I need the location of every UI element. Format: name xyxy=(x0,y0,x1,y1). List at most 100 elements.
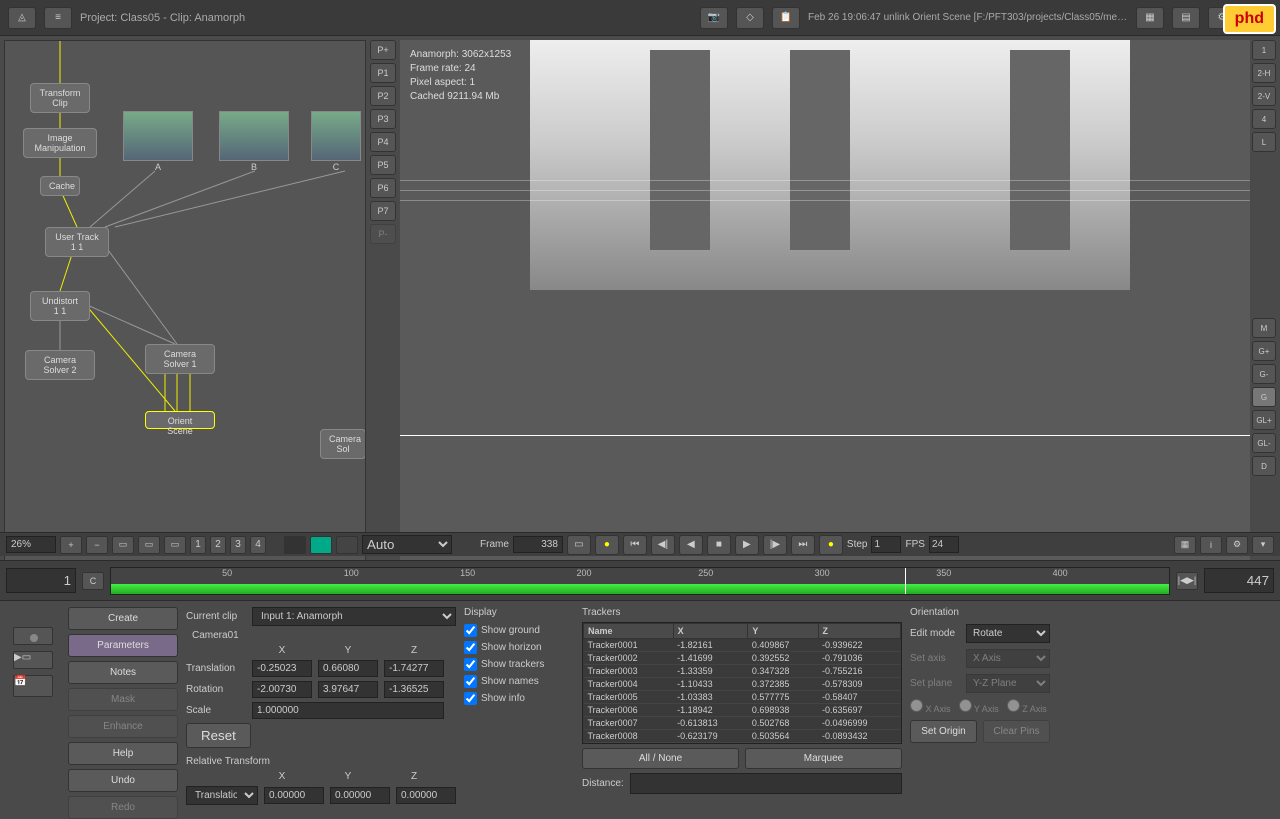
goto-end[interactable]: ⏭ xyxy=(791,535,815,555)
opt-2[interactable]: i xyxy=(1200,536,1222,554)
frame-input[interactable] xyxy=(513,536,563,553)
create-button[interactable]: Create xyxy=(68,607,178,630)
chk-show-horizon[interactable] xyxy=(464,641,477,654)
node-user-track[interactable]: User Track 1 1 xyxy=(45,227,109,257)
layout-l[interactable]: L xyxy=(1252,132,1276,152)
translation-z[interactable] xyxy=(384,660,444,677)
zoom-input[interactable] xyxy=(6,536,56,553)
opt-1[interactable]: ▦ xyxy=(1174,536,1196,554)
rotation-y[interactable] xyxy=(318,681,378,698)
thumbnail-c[interactable]: C xyxy=(311,111,361,161)
viewer-gplus[interactable]: G+ xyxy=(1252,341,1276,361)
side-icon-2[interactable]: ▶▭ xyxy=(13,651,53,669)
preset-minus[interactable]: P- xyxy=(370,224,396,244)
viewer-gminus[interactable]: G- xyxy=(1252,364,1276,384)
preset-p3[interactable]: P3 xyxy=(370,109,396,129)
scale-input[interactable] xyxy=(252,702,444,719)
tracker-row[interactable]: Tracker0001-1.821610.409867-0.939622 xyxy=(584,639,901,652)
channel-1[interactable]: 1 xyxy=(190,536,206,554)
rel-z[interactable] xyxy=(396,787,456,804)
edit-mode-select[interactable]: Rotate xyxy=(966,624,1050,643)
node-orient-scene[interactable]: Orient Scene xyxy=(145,411,215,429)
timeline-c[interactable]: C xyxy=(82,572,104,590)
node-camera-sol[interactable]: Camera Sol xyxy=(320,429,366,459)
tracker-row[interactable]: Tracker0009-0.8730820.385416-0.311712 xyxy=(584,743,901,745)
reset-button[interactable]: Reset xyxy=(186,723,251,748)
preset-p7[interactable]: P7 xyxy=(370,201,396,221)
translation-y[interactable] xyxy=(318,660,378,677)
viewer-d[interactable]: D xyxy=(1252,456,1276,476)
toolbar-icon-2[interactable]: ▦ xyxy=(1136,7,1164,29)
channel-4[interactable]: 4 xyxy=(250,536,266,554)
paste-icon[interactable]: 📋 xyxy=(772,7,800,29)
layout-2v[interactable]: 2-V xyxy=(1252,86,1276,106)
step-back[interactable]: ◀| xyxy=(651,535,675,555)
tracker-row[interactable]: Tracker0008-0.6231790.503564-0.0893432 xyxy=(584,730,901,743)
layout-2h[interactable]: 2-H xyxy=(1252,63,1276,83)
goto-start[interactable]: ⏮ xyxy=(623,535,647,555)
tracker-row[interactable]: Tracker0006-1.189420.698938-0.635697 xyxy=(584,704,901,717)
preset-p5[interactable]: P5 xyxy=(370,155,396,175)
channel-2[interactable]: 2 xyxy=(210,536,226,554)
node-cache[interactable]: Cache xyxy=(40,176,80,196)
tracker-row[interactable]: Tracker0002-1.416990.392552-0.791036 xyxy=(584,652,901,665)
rel-x[interactable] xyxy=(264,787,324,804)
fps-input[interactable] xyxy=(929,536,959,553)
parameters-button[interactable]: Parameters xyxy=(68,634,178,657)
marquee-button[interactable]: Marquee xyxy=(745,748,902,769)
node-transform-clip[interactable]: Transform Clip xyxy=(30,83,90,113)
node-camera-solver-1[interactable]: Camera Solver 1 xyxy=(145,344,215,374)
zoom-in[interactable]: + xyxy=(60,536,82,554)
thumbnail-a[interactable]: A xyxy=(123,111,193,161)
diamond-icon[interactable]: ◇ xyxy=(736,7,764,29)
swatch-gray[interactable] xyxy=(336,536,358,554)
preset-plus[interactable]: P+ xyxy=(370,40,396,60)
all-none-button[interactable]: All / None xyxy=(582,748,739,769)
opt-gear[interactable]: ⚙ xyxy=(1226,536,1248,554)
chk-show-info[interactable] xyxy=(464,692,477,705)
set-origin-button[interactable]: Set Origin xyxy=(910,720,977,743)
tracker-row[interactable]: Tracker0007-0.6138130.502768-0.0496999 xyxy=(584,717,901,730)
channel-3[interactable]: 3 xyxy=(230,536,246,554)
help-button[interactable]: Help xyxy=(68,742,178,765)
preset-p1[interactable]: P1 xyxy=(370,63,396,83)
swatch-black[interactable] xyxy=(284,536,306,554)
auto-dropdown[interactable]: Auto xyxy=(362,535,452,554)
chk-show-ground[interactable] xyxy=(464,624,477,637)
node-camera-solver-2[interactable]: Camera Solver 2 xyxy=(25,350,95,380)
layout-4[interactable]: 4 xyxy=(1252,109,1276,129)
undo-button[interactable]: Undo xyxy=(68,769,178,792)
key-next[interactable]: ● xyxy=(819,535,843,555)
layout-1[interactable]: 1 xyxy=(1252,40,1276,60)
chk-show-names[interactable] xyxy=(464,675,477,688)
timeline-track[interactable]: 50 100 150 200 250 300 350 400 xyxy=(110,567,1170,595)
preset-p4[interactable]: P4 xyxy=(370,132,396,152)
node-undistort[interactable]: Undistort 1 1 xyxy=(30,291,90,321)
viewer-m[interactable]: M xyxy=(1252,318,1276,338)
current-clip-select[interactable]: Input 1: Anamorph xyxy=(252,607,456,626)
tracker-row[interactable]: Tracker0005-1.033830.577775-0.58407 xyxy=(584,691,901,704)
distance-input[interactable] xyxy=(630,773,902,794)
timeline-snap[interactable]: |◀▶| xyxy=(1176,572,1198,590)
translation-x[interactable] xyxy=(252,660,312,677)
preset-p6[interactable]: P6 xyxy=(370,178,396,198)
trackers-table[interactable]: Name X Y Z Tracker0001-1.821610.409867-0… xyxy=(582,622,902,744)
zoom-fit3[interactable]: ▭ xyxy=(164,536,186,554)
key-prev[interactable]: ● xyxy=(595,535,619,555)
toolbar-icon-3[interactable]: ▤ xyxy=(1172,7,1200,29)
side-icon-3[interactable]: 📅 xyxy=(13,675,53,697)
stop[interactable]: ■ xyxy=(707,535,731,555)
tracker-row[interactable]: Tracker0003-1.333590.347328-0.755216 xyxy=(584,665,901,678)
timeline-start[interactable] xyxy=(6,568,76,593)
thumbnail-b[interactable]: B xyxy=(219,111,289,161)
viewer-glminus[interactable]: GL- xyxy=(1252,433,1276,453)
timeline-end[interactable] xyxy=(1204,568,1274,593)
camera-icon[interactable]: 📷 xyxy=(700,7,728,29)
frame-lock[interactable]: ▭ xyxy=(567,535,591,555)
relative-mode[interactable]: Translation xyxy=(186,786,258,805)
logo-icon[interactable]: ◬ xyxy=(8,7,36,29)
zoom-fit2[interactable]: ▭ xyxy=(138,536,160,554)
preset-p2[interactable]: P2 xyxy=(370,86,396,106)
viewer-g[interactable]: G xyxy=(1252,387,1276,407)
step-input[interactable] xyxy=(871,536,901,553)
